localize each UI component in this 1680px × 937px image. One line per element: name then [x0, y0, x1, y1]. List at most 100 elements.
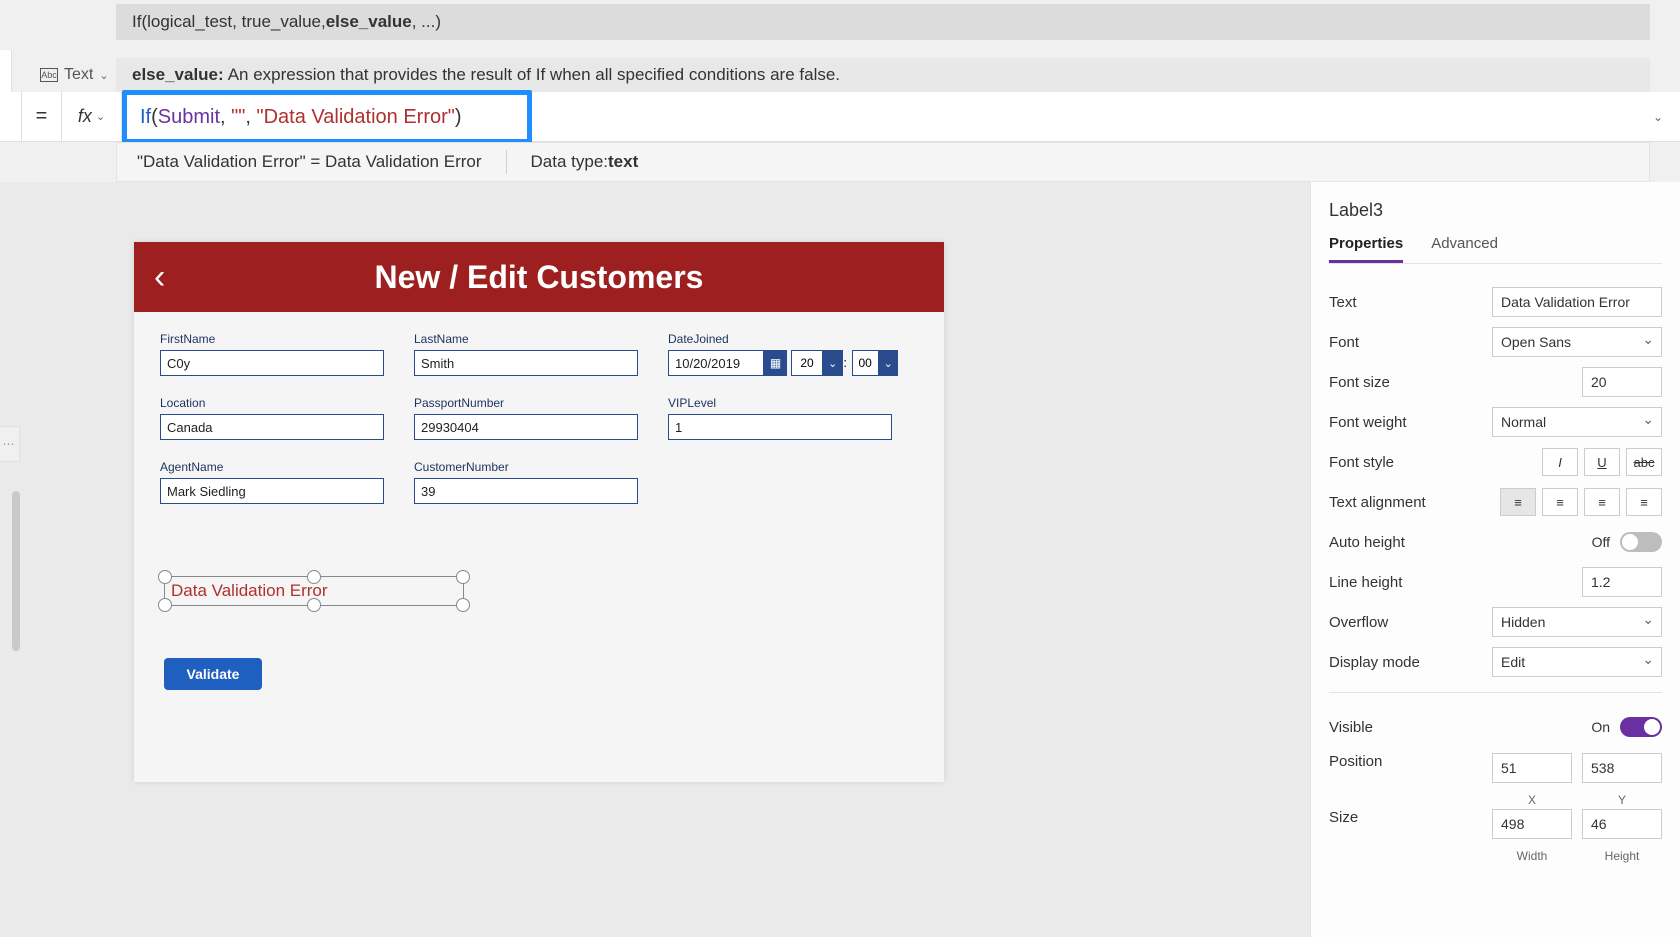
scrollbar-thumb[interactable]	[12, 491, 20, 651]
window-edge	[0, 50, 12, 96]
property-selector-label: Text	[64, 66, 93, 84]
chevron-down-icon[interactable]: ⌄	[879, 350, 898, 376]
prop-size: Size Width Height	[1329, 803, 1662, 859]
resize-handle[interactable]	[158, 598, 172, 612]
prop-label: Overflow	[1329, 614, 1388, 631]
formula-keyword: If	[140, 106, 151, 128]
field-label: FirstName	[160, 332, 384, 346]
strikethrough-button[interactable]: abc	[1626, 448, 1662, 476]
divider	[506, 150, 507, 174]
screen-title: New / Edit Customers	[134, 259, 944, 296]
app-canvas[interactable]: ‹ New / Edit Customers FirstName LastNam…	[134, 242, 944, 782]
formula-text[interactable]: If(Submit, "", "Data Validation Error")	[122, 104, 462, 129]
formula-expand-button[interactable]: ⌄	[1636, 92, 1680, 141]
agent-input[interactable]	[160, 478, 384, 504]
formula-toolbar: = fx⌄ If(Submit, "", "Data Validation Er…	[0, 92, 1680, 142]
fn-desc-label: else_value:	[132, 65, 224, 85]
prop-label: Font	[1329, 334, 1359, 351]
field-label: CustomerNumber	[414, 460, 638, 474]
prop-font-size-input[interactable]	[1582, 367, 1662, 397]
prop-overflow: Overflow	[1329, 602, 1662, 642]
back-icon[interactable]: ‹	[154, 258, 165, 297]
italic-button[interactable]: I	[1542, 448, 1578, 476]
size-width-input[interactable]	[1492, 809, 1572, 839]
prop-text-input[interactable]	[1492, 287, 1662, 317]
firstname-input[interactable]	[160, 350, 384, 376]
chevron-down-icon[interactable]: ⌄	[823, 350, 842, 376]
align-center-button[interactable]: ≡	[1542, 488, 1578, 516]
resize-handle[interactable]	[456, 570, 470, 584]
datejoined-date-input[interactable]	[668, 350, 764, 376]
left-dock-handle[interactable]: ⋯	[0, 426, 20, 462]
prop-font-style: Font style I U abc	[1329, 442, 1662, 482]
resize-handle[interactable]	[307, 598, 321, 612]
divider	[1329, 692, 1662, 693]
function-description-bar: else_value: An expression that provides …	[116, 58, 1650, 92]
datejoined-minute[interactable]: 00	[852, 350, 879, 376]
toolbar-left-edge	[0, 92, 22, 141]
formula-string: ""	[231, 106, 245, 128]
size-label-width: Width	[1492, 849, 1572, 863]
visible-toggle[interactable]	[1620, 717, 1662, 737]
validation-error-label[interactable]: Data Validation Error	[164, 576, 464, 606]
location-input[interactable]	[160, 414, 384, 440]
auto-height-toggle[interactable]	[1620, 532, 1662, 552]
field-customernumber: CustomerNumber	[414, 460, 638, 504]
toggle-state-label: On	[1591, 719, 1610, 735]
prop-label: Auto height	[1329, 534, 1405, 551]
prop-display-mode-select[interactable]	[1492, 647, 1662, 677]
prop-font-select[interactable]	[1492, 327, 1662, 357]
prop-font: Font	[1329, 322, 1662, 362]
lastname-input[interactable]	[414, 350, 638, 376]
app-header: ‹ New / Edit Customers	[134, 242, 944, 312]
field-datejoined: DateJoined ▦ 20 ⌄ : 00 ⌄	[668, 332, 898, 376]
prop-label: Font size	[1329, 374, 1390, 391]
data-type-label: Data type:	[531, 152, 609, 172]
prop-visible: Visible On	[1329, 707, 1662, 747]
validate-button[interactable]: Validate	[164, 658, 262, 690]
prop-overflow-select[interactable]	[1492, 607, 1662, 637]
prop-font-weight: Font weight	[1329, 402, 1662, 442]
prop-font-weight-select[interactable]	[1492, 407, 1662, 437]
prop-label: Size	[1329, 809, 1358, 826]
datejoined-hour[interactable]: 20	[791, 350, 823, 376]
prop-label: Line height	[1329, 574, 1402, 591]
prop-text-align: Text alignment ≡ ≡ ≡ ≡	[1329, 482, 1662, 522]
resize-handle[interactable]	[158, 570, 172, 584]
chevron-down-icon: ⌄	[96, 110, 105, 123]
position-x-input[interactable]	[1492, 753, 1572, 783]
fx-button[interactable]: fx⌄	[62, 92, 122, 141]
prop-line-height-input[interactable]	[1582, 567, 1662, 597]
vip-input[interactable]	[668, 414, 892, 440]
fn-sig-current-arg: else_value	[326, 12, 412, 32]
property-selector[interactable]: Abc Text ⌄	[32, 58, 117, 92]
workspace: › ⋯ ‹ New / Edit Customers FirstName Las…	[0, 182, 1680, 937]
align-left-button[interactable]: ≡	[1500, 488, 1536, 516]
tab-properties[interactable]: Properties	[1329, 235, 1403, 263]
size-height-input[interactable]	[1582, 809, 1662, 839]
align-justify-button[interactable]: ≡	[1626, 488, 1662, 516]
position-y-input[interactable]	[1582, 753, 1662, 783]
field-label: DateJoined	[668, 332, 898, 346]
tab-advanced[interactable]: Advanced	[1431, 235, 1498, 263]
validation-error-text: Data Validation Error	[171, 581, 328, 601]
prop-text: Text	[1329, 282, 1662, 322]
equals-indicator: =	[22, 92, 62, 141]
form-area: FirstName LastName DateJoined ▦ 20 ⌄ :	[134, 312, 944, 544]
calendar-icon[interactable]: ▦	[764, 350, 787, 376]
formula-bar[interactable]: If(Submit, "", "Data Validation Error")	[122, 92, 1636, 141]
resize-handle[interactable]	[456, 598, 470, 612]
customernumber-input[interactable]	[414, 478, 638, 504]
prop-label: Visible	[1329, 719, 1373, 736]
align-right-button[interactable]: ≡	[1584, 488, 1620, 516]
prop-label: Font weight	[1329, 414, 1407, 431]
prop-line-height: Line height	[1329, 562, 1662, 602]
text-icon: Abc	[40, 68, 58, 82]
formula-result-bar: "Data Validation Error" = Data Validatio…	[116, 142, 1650, 182]
underline-button[interactable]: U	[1584, 448, 1620, 476]
size-label-height: Height	[1582, 849, 1662, 863]
passport-input[interactable]	[414, 414, 638, 440]
formula-string: "Data Validation Error"	[257, 106, 455, 128]
chevron-down-icon: ⌄	[99, 69, 108, 82]
resize-handle[interactable]	[307, 570, 321, 584]
